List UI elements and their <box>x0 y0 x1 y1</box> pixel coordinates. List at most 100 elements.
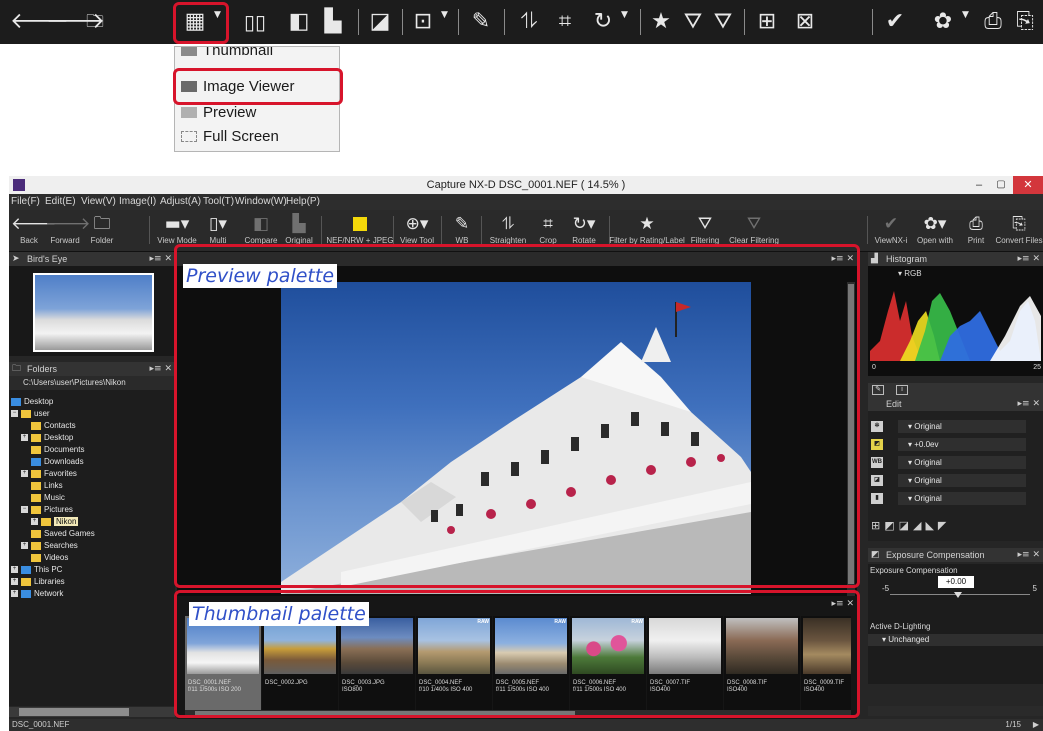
page-next-icon[interactable]: ▶ <box>1033 719 1039 731</box>
clear-filter-icon[interactable]: ⛛ <box>708 8 738 36</box>
open-folder-icon[interactable]: 🗀 <box>80 8 110 36</box>
panel-controls-icon[interactable]: ▸≡ ✕ <box>150 252 172 266</box>
channel-select[interactable]: ▾ RGB <box>898 268 1038 280</box>
tab-info[interactable]: i <box>896 385 908 395</box>
viewnx-icon: ✔ <box>883 214 899 234</box>
multi-view-icon[interactable]: ▯▯ <box>240 8 270 36</box>
thumbnail-palette-highlight <box>174 590 860 718</box>
white-balance-icon: ✎ <box>454 214 470 234</box>
forward-button[interactable]: 🡒 Forward <box>45 212 91 250</box>
white-balance-icon[interactable]: ✎ <box>466 8 496 36</box>
panel-controls-icon[interactable]: ▸≡ ✕ <box>1018 548 1040 562</box>
close-button[interactable]: ✕ <box>1013 176 1043 194</box>
viewnx-button[interactable]: ✔ ViewNX-i <box>871 212 911 250</box>
tree-item[interactable]: + Libraries <box>11 576 65 588</box>
rotate-icon: ↻▾ <box>572 214 596 234</box>
compare-icon: ◧ <box>252 214 270 234</box>
menu-view[interactable]: View(V) <box>81 194 116 210</box>
panel-controls-icon[interactable]: ▸≡ ✕ <box>1018 397 1040 411</box>
exposure-slider-knob[interactable] <box>954 592 962 598</box>
separator <box>149 216 150 244</box>
back-arrow-icon[interactable]: 🡐 <box>10 8 69 36</box>
folder-button[interactable]: 🗀 Folder <box>85 212 119 250</box>
open-with-button[interactable]: ✿▾ Open with <box>913 212 957 250</box>
menu-edit[interactable]: Edit(E) <box>45 194 76 210</box>
folders-horizontal-scrollbar[interactable] <box>9 707 175 717</box>
adjustment-tool-icons[interactable]: ⊞◩◪◢◣◤ <box>871 519 950 532</box>
maximize-button[interactable]: ▢ <box>991 176 1011 194</box>
tree-item[interactable]: + Searches <box>21 540 78 552</box>
tree-item-selected[interactable]: + Nikon <box>31 516 79 528</box>
exposure-icon: ◩ <box>871 439 883 450</box>
tree-item[interactable]: + Favorites <box>21 468 77 480</box>
active-d-lighting-select[interactable]: ▾ Unchanged <box>868 634 1043 646</box>
tree-item[interactable]: Music <box>31 492 65 504</box>
tree-item[interactable]: Desktop <box>11 396 53 408</box>
convert-icon[interactable]: ⎘ <box>1010 8 1040 36</box>
tree-item[interactable]: + Network <box>11 588 63 600</box>
viewnx-icon[interactable]: ✔ <box>880 8 910 36</box>
original-icon[interactable]: ▙ <box>318 8 348 36</box>
compare-icon[interactable]: ◧ <box>284 8 314 36</box>
straighten-icon: ⥮ <box>501 214 515 234</box>
chevron-down-icon[interactable]: ▼ <box>441 10 448 20</box>
edit-select[interactable]: ▾ Original <box>898 492 1026 505</box>
tree-item[interactable]: Contacts <box>31 420 76 432</box>
nef-jpeg-icon[interactable]: ◪ <box>365 8 395 36</box>
edit-header: Edit ▸≡ ✕ <box>868 397 1043 411</box>
back-button[interactable]: 🡐 Back <box>11 212 57 250</box>
right-panel-scrollbar[interactable] <box>868 706 1043 716</box>
menu-file[interactable]: File(F) <box>11 194 40 210</box>
straighten-icon[interactable]: ⥮ <box>514 8 544 36</box>
edit-select[interactable]: ▾ Original <box>898 456 1026 469</box>
separator <box>402 9 403 35</box>
edit-select[interactable]: ▾ Original <box>898 474 1026 487</box>
tree-item[interactable]: Videos <box>31 552 68 564</box>
exposure-value-input[interactable]: +0.00 <box>938 576 974 588</box>
convert-files-button[interactable]: ⎘ Convert Files <box>995 212 1043 250</box>
edit-select[interactable]: ▾ Original <box>898 420 1026 433</box>
crop-icon: ⌗ <box>543 214 553 234</box>
rotate-icon[interactable]: ↻ <box>588 8 618 36</box>
menu-item-full-screen[interactable]: Full Screen <box>175 125 339 149</box>
panel-controls-icon[interactable]: ▸≡ ✕ <box>150 362 172 376</box>
menu-adjust[interactable]: Adjust(A) <box>160 194 201 210</box>
birds-eye-thumbnail[interactable] <box>33 273 154 352</box>
crop-icon[interactable]: ⌗ <box>550 8 580 36</box>
folder-path-select[interactable]: C:\Users\user\Pictures\Nikon <box>9 376 175 390</box>
exposure-header: ◩ Exposure Compensation ▸≡ ✕ <box>868 548 1043 562</box>
tree-item[interactable]: − Pictures <box>21 504 73 516</box>
tree-item[interactable]: − user <box>11 408 50 420</box>
tree-item[interactable]: + This PC <box>11 564 62 576</box>
view-tool-icon[interactable]: ⊡ <box>408 8 438 36</box>
tab-edit[interactable]: ✎ <box>872 385 884 395</box>
print-icon[interactable]: ⎙ <box>978 8 1008 36</box>
chevron-down-icon[interactable]: ▼ <box>621 10 628 20</box>
panel-controls-icon[interactable]: ▸≡ ✕ <box>1018 252 1040 266</box>
open-folder-icon: 🗀 <box>93 214 111 234</box>
view-mode-highlight <box>173 2 229 44</box>
menu-image[interactable]: Image(I) <box>119 194 156 210</box>
menu-item-thumbnail[interactable]: Thumbnail <box>175 47 339 63</box>
menu-tool[interactable]: Tool(T) <box>203 194 234 210</box>
delete-batch-icon[interactable]: ⊠ <box>790 8 820 36</box>
menu-help[interactable]: Help(P) <box>286 194 320 210</box>
tree-item[interactable]: Saved Games <box>31 528 95 540</box>
window-title: Capture NX-D DSC_0001.NEF ( 14.5% ) <box>426 179 626 191</box>
tree-item[interactable]: + Desktop <box>21 432 73 444</box>
tree-item[interactable]: Links <box>31 480 63 492</box>
print-button[interactable]: ⎙ Print <box>959 212 993 250</box>
histogram-header: ▟ Histogram ▸≡ ✕ <box>868 252 1043 266</box>
batch-icon[interactable]: ⊞ <box>752 8 782 36</box>
menu-window[interactable]: Window(W) <box>235 194 287 210</box>
edit-select[interactable]: ▾ +0.0ev <box>898 438 1026 451</box>
forward-arrow-icon[interactable]: 🡒 <box>46 8 105 36</box>
chevron-down-icon[interactable]: ▼ <box>962 10 969 20</box>
minimize-button[interactable]: – <box>969 176 989 194</box>
tree-item[interactable]: Downloads <box>31 456 84 468</box>
filter-icon[interactable]: ⛛ <box>678 8 708 36</box>
gear-icon: ✲ <box>871 421 883 432</box>
tree-item[interactable]: Documents <box>31 444 84 456</box>
star-icon[interactable]: ★ <box>646 8 676 36</box>
app-icon[interactable]: ✿ <box>928 8 958 36</box>
